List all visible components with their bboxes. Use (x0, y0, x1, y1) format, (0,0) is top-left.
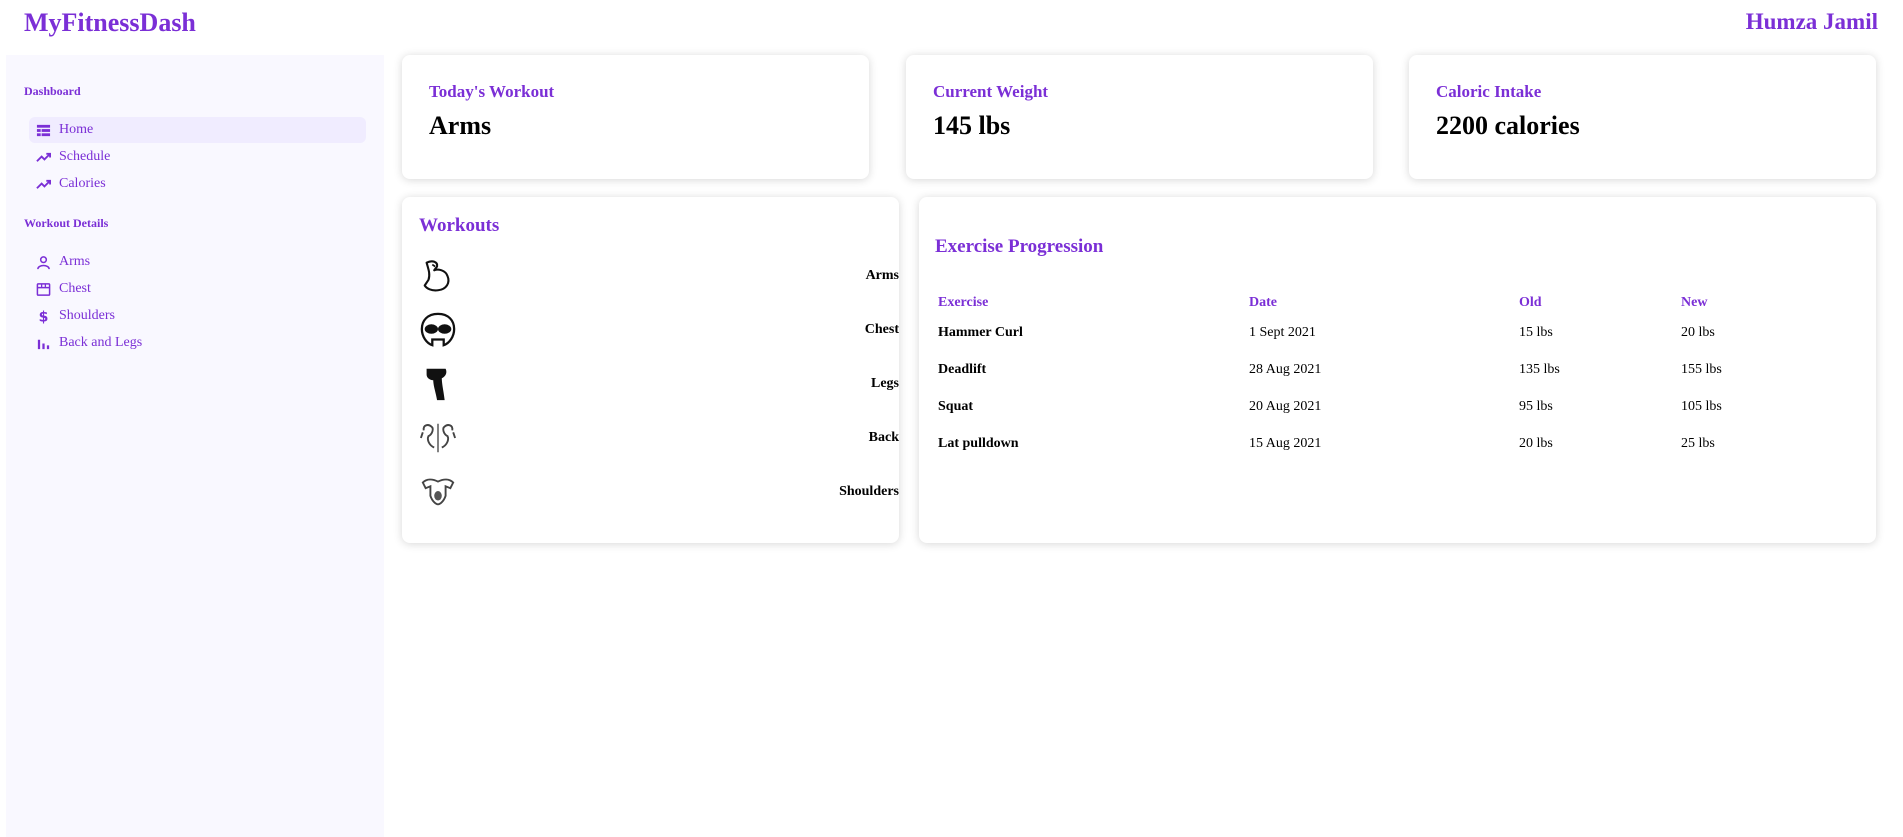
trending-icon (35, 176, 51, 192)
workouts-title: Workouts (419, 215, 500, 236)
new-cell: 20 lbs (1681, 324, 1715, 340)
table-row: Deadlift 28 Aug 2021 135 lbs 155 lbs (938, 351, 1801, 388)
new-cell: 105 lbs (1681, 398, 1722, 414)
workout-item-shoulders[interactable]: Shoulders (419, 473, 899, 519)
stat-value: 145 lbs (933, 111, 1011, 140)
new-cell: 155 lbs (1681, 361, 1722, 377)
old-cell: 15 lbs (1519, 324, 1553, 340)
sidebar-item-calories[interactable]: Calories (29, 171, 366, 197)
table-row: Lat pulldown 15 Aug 2021 20 lbs 25 lbs (938, 425, 1801, 462)
table-row: Squat 20 Aug 2021 95 lbs 105 lbs (938, 388, 1801, 425)
workout-item-back[interactable]: Back (419, 419, 899, 465)
bicep-icon (419, 257, 457, 295)
sidebar-item-label: Home (59, 122, 94, 137)
exercise-progression-panel: Exercise Progression Exercise Date Old N… (919, 197, 1876, 543)
shoulders-icon (419, 473, 457, 511)
store-icon (35, 281, 51, 297)
workout-item-arms[interactable]: Arms (419, 257, 899, 303)
stat-card-caloric-intake: Caloric Intake 2200 calories (1409, 55, 1876, 179)
new-cell: 25 lbs (1681, 435, 1715, 451)
workout-name: Legs (871, 376, 899, 391)
date-cell: 1 Sept 2021 (1249, 324, 1316, 340)
top-bar: MyFitnessDash Humza Jamil (0, 0, 1903, 52)
exercise-cell: Lat pulldown (938, 435, 1019, 451)
sidebar-item-shoulders[interactable]: $ Shoulders (29, 303, 366, 329)
back-icon (419, 419, 457, 457)
sidebar-item-label: Shoulders (59, 308, 115, 323)
stat-label: Current Weight (933, 82, 1049, 101)
old-cell: 20 lbs (1519, 435, 1553, 451)
sidebar-item-label: Arms (59, 254, 91, 269)
workout-item-chest[interactable]: Chest (419, 311, 899, 357)
workout-name: Chest (864, 322, 899, 337)
dollar-icon: $ (35, 308, 51, 324)
sidebar-item-label: Chest (59, 281, 91, 296)
person-icon (35, 254, 51, 270)
sidebar-item-label: Calories (59, 176, 106, 191)
workout-name: Back (868, 430, 899, 445)
exercise-cell: Hammer Curl (938, 324, 1023, 340)
column-header: Date (1249, 295, 1277, 310)
workout-item-legs[interactable]: Legs (419, 365, 899, 411)
sidebar-item-arms[interactable]: Arms (29, 249, 366, 275)
column-header: Old (1519, 295, 1542, 310)
stat-value: Arms (429, 111, 492, 140)
sidebar-item-back-and-legs[interactable]: Back and Legs (29, 330, 366, 356)
workout-name: Arms (865, 268, 899, 283)
table-header-row: Exercise Date Old New (938, 292, 1801, 314)
old-cell: 135 lbs (1519, 361, 1560, 377)
column-header: New (1681, 295, 1708, 310)
workout-name: Shoulders (839, 484, 899, 499)
sidebar-item-chest[interactable]: Chest (29, 276, 366, 302)
sidebar-item-label: Schedule (59, 149, 111, 164)
user-name[interactable]: Humza Jamil (1746, 9, 1878, 35)
brand-logo[interactable]: MyFitnessDash (24, 8, 196, 38)
svg-text:$: $ (38, 309, 48, 323)
exercise-progression-title: Exercise Progression (935, 236, 1104, 257)
bar-chart-icon (35, 335, 51, 351)
table-icon (35, 122, 51, 138)
table-row: Hammer Curl 1 Sept 2021 15 lbs 20 lbs (938, 314, 1801, 351)
stat-card-current-weight: Current Weight 145 lbs (906, 55, 1373, 179)
date-cell: 28 Aug 2021 (1249, 361, 1322, 377)
workouts-panel: Workouts Arms Chest Legs Back Shoulders (402, 197, 899, 543)
stat-card-todays-workout: Today's Workout Arms (402, 55, 869, 179)
chest-icon (419, 311, 457, 349)
column-header: Exercise (938, 295, 989, 310)
trending-icon (35, 149, 51, 165)
stat-value: 2200 calories (1436, 111, 1580, 140)
sidebar-section-dashboard: Dashboard (24, 84, 81, 98)
sidebar-item-label: Back and Legs (59, 335, 143, 350)
stat-label: Caloric Intake (1436, 82, 1542, 101)
sidebar-section-workout-details: Workout Details (24, 216, 109, 230)
leg-icon (419, 365, 457, 403)
date-cell: 15 Aug 2021 (1249, 435, 1322, 451)
exercise-cell: Squat (938, 398, 974, 414)
old-cell: 95 lbs (1519, 398, 1553, 414)
stat-label: Today's Workout (429, 82, 555, 101)
sidebar: Dashboard Home Schedule Calories Workout… (6, 55, 384, 837)
exercise-cell: Deadlift (938, 361, 987, 377)
sidebar-item-schedule[interactable]: Schedule (29, 144, 366, 170)
date-cell: 20 Aug 2021 (1249, 398, 1322, 414)
sidebar-item-home[interactable]: Home (29, 117, 366, 143)
exercise-progression-table: Exercise Date Old New Hammer Curl 1 Sept… (938, 292, 1801, 462)
